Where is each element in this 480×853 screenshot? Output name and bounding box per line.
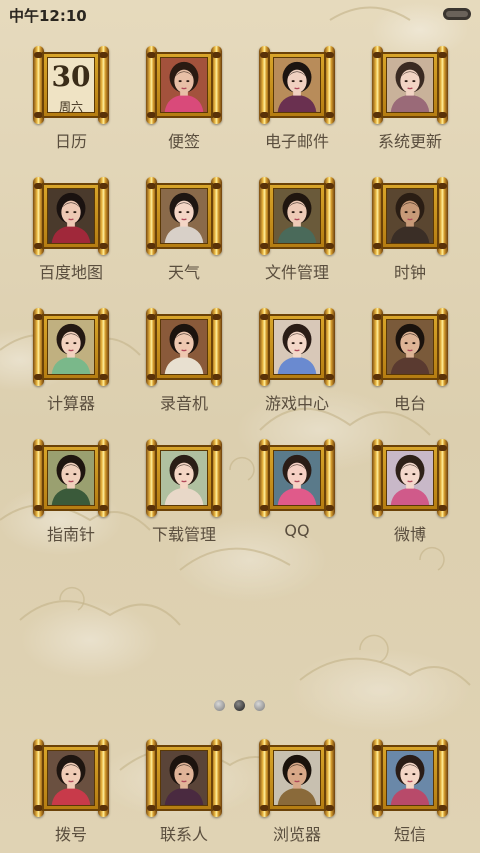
calendar-weekday: 周六 (58, 100, 83, 113)
portrait-icon (386, 750, 434, 806)
portrait-icon (386, 450, 434, 506)
portrait-icon (386, 319, 434, 375)
app-label: 下载管理 (151, 525, 216, 544)
scroll-frame-icon (146, 439, 222, 517)
scroll-frame-icon (33, 177, 109, 255)
scroll-frame-icon: 30 周六 (33, 46, 109, 124)
scroll-frame-icon (259, 739, 335, 817)
scroll-frame-icon (259, 308, 335, 386)
app-icon[interactable]: 30 周六日历 (16, 46, 126, 166)
app-label: 计算器 (46, 394, 95, 413)
app-icon[interactable]: 浏览器 (242, 739, 352, 853)
scroll-frame-icon (372, 46, 448, 124)
scroll-frame-icon (33, 439, 109, 517)
portrait-icon (273, 319, 321, 375)
scroll-frame-icon (146, 46, 222, 124)
app-icon[interactable]: 天气 (129, 177, 239, 297)
portrait-icon (273, 188, 321, 244)
app-label: QQ (284, 521, 310, 540)
page-indicator (214, 700, 268, 712)
app-icon[interactable]: 指南针 (16, 439, 126, 559)
portrait-icon (47, 188, 95, 244)
app-icon[interactable]: 百度地图 (16, 177, 126, 297)
scroll-frame-icon (33, 739, 109, 817)
app-label: 联系人 (159, 825, 208, 844)
page-dot-1[interactable] (214, 700, 225, 711)
portrait-icon (386, 188, 434, 244)
status-time: 中午12:10 (9, 7, 87, 25)
portrait-icon (160, 188, 208, 244)
battery-icon (443, 8, 471, 20)
portrait-icon (47, 319, 95, 375)
app-icon[interactable]: 时钟 (355, 177, 465, 297)
app-label: 电子邮件 (264, 132, 329, 151)
app-icon[interactable]: 短信 (355, 739, 465, 853)
app-icon[interactable]: 录音机 (129, 308, 239, 428)
app-label: 微博 (393, 525, 426, 544)
calendar-date-icon: 30 周六 (47, 57, 95, 113)
app-label: 系统更新 (377, 132, 442, 151)
scroll-frame-icon (372, 308, 448, 386)
app-icon[interactable]: 便签 (129, 46, 239, 166)
portrait-icon (386, 57, 434, 113)
app-icon[interactable]: 联系人 (129, 739, 239, 853)
app-icon[interactable]: 电子邮件 (242, 46, 352, 166)
app-label: 短信 (393, 825, 426, 844)
app-label: 游戏中心 (264, 394, 329, 413)
page-dot-3[interactable] (254, 700, 265, 711)
scroll-frame-icon (372, 439, 448, 517)
portrait-icon (47, 750, 95, 806)
app-label: 电台 (393, 394, 426, 413)
app-icon[interactable]: 文件管理 (242, 177, 352, 297)
app-label: 指南针 (46, 525, 95, 544)
app-label: 日历 (54, 132, 87, 151)
app-icon[interactable]: QQ (242, 439, 352, 559)
scroll-frame-icon (259, 177, 335, 255)
app-label: 天气 (167, 263, 200, 282)
app-label: 文件管理 (264, 263, 329, 282)
app-label: 便签 (167, 132, 200, 151)
portrait-icon (273, 450, 321, 506)
app-label: 录音机 (159, 394, 208, 413)
app-label: 浏览器 (272, 825, 321, 844)
portrait-icon (47, 450, 95, 506)
scroll-frame-icon (33, 308, 109, 386)
app-icon[interactable]: 系统更新 (355, 46, 465, 166)
portrait-icon (160, 450, 208, 506)
portrait-icon (160, 750, 208, 806)
app-label: 拨号 (54, 825, 87, 844)
app-label: 时钟 (393, 263, 426, 282)
scroll-frame-icon (146, 739, 222, 817)
app-icon[interactable]: 电台 (355, 308, 465, 428)
scroll-frame-icon (146, 308, 222, 386)
scroll-frame-icon (372, 739, 448, 817)
app-icon[interactable]: 拨号 (16, 739, 126, 853)
scroll-frame-icon (146, 177, 222, 255)
app-icon[interactable]: 游戏中心 (242, 308, 352, 428)
scroll-frame-icon (372, 177, 448, 255)
app-label: 百度地图 (38, 263, 103, 282)
app-icon[interactable]: 微博 (355, 439, 465, 559)
app-icon[interactable]: 计算器 (16, 308, 126, 428)
portrait-icon (160, 319, 208, 375)
scroll-frame-icon (259, 46, 335, 124)
status-bar: 中午12:10 (0, 0, 480, 28)
page-dot-2[interactable] (234, 700, 245, 711)
portrait-icon (273, 750, 321, 806)
portrait-icon (160, 57, 208, 113)
portrait-icon (273, 57, 321, 113)
scroll-frame-icon (259, 439, 335, 517)
app-icon[interactable]: 下载管理 (129, 439, 239, 559)
calendar-day-number: 30 (51, 60, 91, 93)
